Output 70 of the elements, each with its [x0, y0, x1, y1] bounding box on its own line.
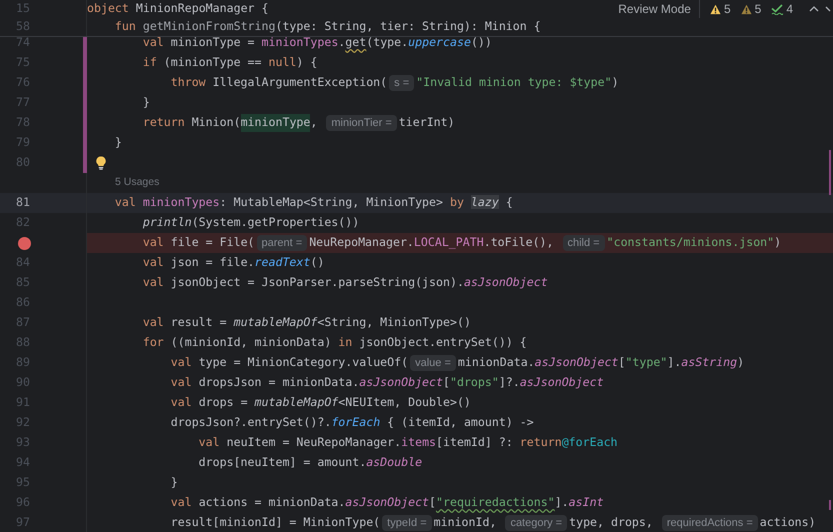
code-text: asString: [681, 354, 738, 372]
code-text: IllegalArgumentException(: [212, 74, 388, 92]
parameter-hint: child =: [562, 235, 605, 251]
code-text: ,: [310, 114, 318, 132]
code-text: type, drops,: [569, 514, 654, 532]
code-line: if (minionType == null) {: [142, 54, 318, 72]
parameter-hint: value =: [410, 355, 456, 371]
warning-icon: [710, 4, 721, 14]
problem-counter[interactable]: 4: [771, 0, 793, 18]
code-text: type = MinionCategory.valueOf(: [198, 354, 408, 372]
code-line: drops[neuItem] = amount.asDouble: [198, 454, 422, 472]
code-text: tierInt): [398, 114, 455, 132]
code-text: ].: [667, 354, 682, 372]
scrollbar-marker: [829, 150, 831, 195]
code-text: minionData.: [458, 354, 535, 372]
code-text: ): [774, 234, 782, 252]
chevron-up-icon[interactable]: [809, 5, 819, 13]
code-line: fun getMinionFromString(type: String, tier: String): Minion {: [114, 18, 541, 36]
parameter-hint: category =: [505, 515, 568, 531]
parameter-hint: requiredActions =: [662, 515, 758, 531]
code-text: LOCAL_PATH: [414, 234, 484, 252]
warning-icon: [740, 4, 752, 14]
code-text: ): [612, 74, 619, 92]
problem-counter[interactable]: 5: [740, 0, 762, 18]
lightbulb-icon[interactable]: [96, 156, 106, 170]
code-line: val drops = mutableMapOf<NEUItem, Double>(): [170, 394, 471, 412]
code-text: .toFile(),: [484, 234, 555, 252]
code-line: val actions = minionData.asJsonObject["requiredactions"].asInt: [170, 494, 604, 512]
chevron-down-icon[interactable]: [825, 5, 831, 13]
code-text: minionType: [240, 114, 310, 132]
parameter-hint: typeId =: [382, 515, 432, 531]
problem-counter[interactable]: 5: [710, 0, 731, 18]
code-text: minionId,: [434, 514, 498, 532]
code-text: file = File(: [170, 234, 255, 252]
code-text: NeuRepoManager.: [309, 234, 414, 252]
code-text: throw: [170, 74, 207, 92]
code-text: "constants/minions.json": [606, 234, 774, 252]
code-line: }: [114, 134, 122, 152]
code-line: val dropsJson = minionData.asJsonObject["drops"]?.asJsonObject: [170, 374, 604, 392]
scrollbar-marker: [829, 500, 831, 510]
code-text: "Invalid minion type: $type": [416, 74, 612, 92]
code-text: "type": [625, 354, 668, 372]
code-line: for ((minionId, minionData) in jsonObject.entrySet()) {: [142, 334, 527, 352]
code-line: val result = mutableMapOf<String, MinionType>(): [142, 314, 471, 332]
code-line: val json = file.readText(): [142, 254, 324, 272]
parameter-hint: minionTier =: [326, 115, 397, 131]
breakpoint-icon[interactable]: [18, 236, 31, 250]
code-text: return: [142, 114, 186, 132]
parameter-hint: parent =: [256, 235, 308, 251]
code-line: println(System.getProperties()): [142, 214, 360, 232]
code-line: }: [170, 474, 178, 492]
code-text: result[minionId] = MinionType(: [170, 514, 380, 532]
code-text: val: [142, 234, 165, 252]
code-text: asJsonObject: [534, 354, 618, 372]
code-line: val jsonObject = JsonParser.parseString(json).asJsonObject: [142, 274, 548, 292]
code-text: val: [170, 354, 193, 372]
code-line: object MinionRepoManager {: [87, 0, 268, 18]
code-line: }: [142, 94, 150, 112]
parameter-hint: s =: [389, 75, 414, 91]
code-line: dropsJson?.entrySet()?.forEach { (itemId, amount) ->: [170, 414, 534, 432]
code-line: val minionType = minionTypes.get(type.uppercase()): [142, 34, 492, 52]
line-number: 81: [16, 194, 30, 212]
code-text: actions): [760, 514, 816, 532]
code-line: val neuItem = NeuRepoManager.items[itemId] ?: return@forEach: [198, 434, 618, 452]
code-line: val minionTypes: MutableMap<String, MinionType> by lazy {: [114, 194, 513, 212]
code-text: [: [618, 354, 626, 372]
check-icon: [771, 4, 784, 14]
review-mode-label[interactable]: Review Mode: [618, 0, 700, 18]
code-text: Minion(: [192, 114, 241, 132]
code-text: ): [737, 354, 744, 372]
